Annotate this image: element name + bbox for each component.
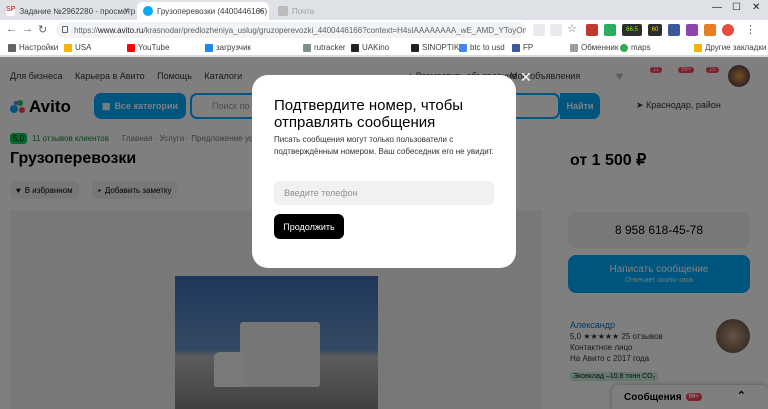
bookmark-exchanger[interactable]: Обменник (570, 43, 618, 52)
browser-window: SP Задание №2962280 - просмотр з ✕ Грузо… (0, 0, 768, 409)
tab-label: Почта (292, 6, 315, 16)
modal-description: Писать сообщения могут только пользовате… (274, 135, 494, 156)
google-icon (459, 43, 467, 52)
continue-button[interactable]: Продолжить (274, 214, 344, 239)
avito-favicon-icon (143, 6, 153, 16)
menu-dots-icon[interactable]: ⋮ (745, 23, 756, 36)
tab-label: Задание №2962280 - просмотр з (19, 6, 135, 16)
bookmark-uakino[interactable]: UAKino (351, 43, 389, 52)
tab-mail[interactable]: Почта (272, 2, 362, 20)
bookmark-settings[interactable]: Настройки (8, 43, 58, 52)
maps-icon (620, 43, 628, 52)
extension-icon[interactable] (704, 24, 716, 36)
share-icon[interactable] (533, 24, 545, 36)
back-icon[interactable]: ← (6, 23, 17, 35)
minimize-icon[interactable]: — (712, 2, 722, 13)
extension-icon[interactable] (668, 24, 680, 36)
url-host: www.avito.ru (98, 25, 144, 35)
profile-avatar-icon[interactable] (722, 24, 734, 36)
phone-input[interactable] (274, 181, 494, 205)
lock-icon (62, 26, 68, 33)
tab-avito[interactable]: Грузоперевозки (4400446166) ✕ (137, 2, 269, 20)
close-tab-icon[interactable]: ✕ (257, 6, 264, 15)
exchange-icon (570, 43, 578, 52)
url-path: /krasnodar/predlozheniya_uslug/gruzopere… (143, 25, 526, 35)
close-icon[interactable]: ✕ (520, 70, 534, 84)
tab-label: Грузоперевозки (4400446166) (157, 6, 268, 16)
bookmark-other[interactable]: Другие закладки (694, 43, 766, 52)
bookmark-btc[interactable]: btc to usd (459, 43, 505, 52)
forward-icon[interactable]: → (22, 23, 33, 35)
bookmark-youtube[interactable]: YouTube (127, 43, 169, 52)
extension-icon[interactable] (686, 24, 698, 36)
mail-favicon-icon (278, 6, 288, 16)
url-prefix: https:// (74, 25, 99, 35)
rutracker-icon (303, 43, 311, 52)
fp-icon (512, 43, 520, 52)
reload-icon[interactable]: ↻ (38, 23, 47, 36)
sp-icon: SP (6, 6, 16, 16)
youtube-icon (127, 43, 135, 52)
extension-icon[interactable]: 60 (648, 24, 662, 36)
bookmark-maps[interactable]: maps (620, 43, 651, 52)
close-window-icon[interactable]: ✕ (752, 2, 760, 13)
phone-confirm-modal: Подтвердите номер, чтобы отправлять сооб… (252, 75, 516, 268)
uakino-icon (351, 43, 359, 52)
browser-toolbar: ← → ↻ https:// www.avito.ru /krasnodar/p… (0, 20, 768, 40)
bookmark-fp[interactable]: FP (512, 43, 533, 52)
ltc-ticker-icon[interactable]: 66.5 (622, 24, 642, 36)
avito-page: Для бизнеса Карьера в Авито Помощь Катал… (0, 57, 768, 409)
bookmark-rutracker[interactable]: rutracker (303, 43, 346, 52)
modal-title: Подтвердите номер, чтобы отправлять сооб… (274, 97, 464, 131)
bookmark-usa[interactable]: USA (64, 43, 91, 52)
star-icon[interactable]: ☆ (567, 22, 579, 35)
close-tab-icon[interactable]: ✕ (123, 6, 130, 15)
zoom-icon[interactable] (550, 24, 562, 36)
gear-icon (8, 43, 16, 52)
bookmark-sinoptik[interactable]: SINOPTIK (411, 43, 459, 52)
folder-icon (694, 43, 702, 52)
folder-icon (64, 43, 72, 52)
tab-strip: SP Задание №2962280 - просмотр з ✕ Грузо… (0, 0, 768, 20)
address-bar[interactable]: https:// www.avito.ru /krasnodar/predloz… (56, 22, 526, 38)
extension-icon[interactable] (604, 24, 616, 36)
sinoptik-icon (411, 43, 419, 52)
extension-icon[interactable] (586, 24, 598, 36)
maximize-icon[interactable]: ☐ (732, 2, 741, 13)
bookmarks-bar: Настройки USA YouTube загрузчик rutracke… (0, 40, 768, 56)
download-icon (205, 43, 213, 52)
tab-task[interactable]: SP Задание №2962280 - просмотр з ✕ (0, 2, 135, 20)
bookmark-loader[interactable]: загрузчик (205, 43, 251, 52)
